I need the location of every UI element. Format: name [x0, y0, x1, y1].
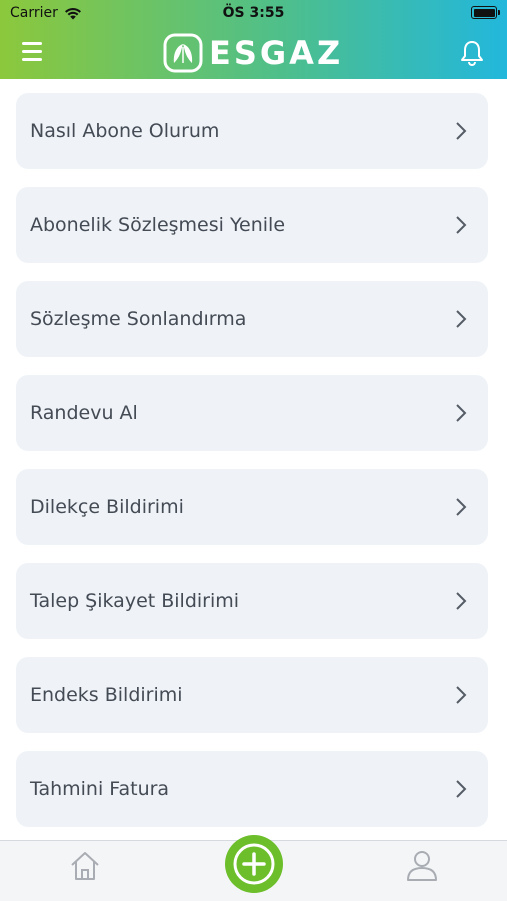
chevron-right-icon	[456, 404, 467, 422]
battery-icon	[471, 6, 500, 19]
chevron-right-icon	[456, 592, 467, 610]
menu-item-randevu-al[interactable]: Randevu Al	[16, 375, 488, 451]
status-time: ÖS 3:55	[222, 5, 285, 21]
menu-item-tahmini-fatura[interactable]: Tahmini Fatura	[16, 751, 488, 827]
chevron-right-icon	[456, 686, 467, 704]
menu-button[interactable]	[22, 42, 46, 62]
bell-icon[interactable]	[459, 39, 485, 67]
plus-circle-icon	[233, 843, 275, 885]
menu-item-dilekce-bildirimi[interactable]: Dilekçe Bildirimi	[16, 469, 488, 545]
menu-item-abonelik-sozlesmesi-yenile[interactable]: Abonelik Sözleşmesi Yenile	[16, 187, 488, 263]
menu-item-label: Nasıl Abone Olurum	[30, 120, 220, 142]
menu-item-label: Dilekçe Bildirimi	[30, 496, 184, 518]
menu-item-sozlesme-sonlandirma[interactable]: Sözleşme Sonlandırma	[16, 281, 488, 357]
logo-text: ESGAZ	[209, 34, 344, 72]
menu-item-label: Abonelik Sözleşmesi Yenile	[30, 214, 286, 236]
chevron-right-icon	[456, 498, 467, 516]
app-header: ESGAZ	[0, 26, 507, 79]
chevron-right-icon	[456, 216, 467, 234]
chevron-right-icon	[456, 122, 467, 140]
menu-item-label: Sözleşme Sonlandırma	[30, 308, 247, 330]
user-icon[interactable]	[404, 847, 440, 883]
logo: ESGAZ	[163, 33, 343, 73]
tab-bar	[0, 835, 507, 901]
chevron-right-icon	[456, 780, 467, 798]
menu-item-label: Tahmini Fatura	[30, 778, 170, 800]
menu-item-label: Talep Şikayet Bildirimi	[30, 590, 240, 612]
menu-item-label: Randevu Al	[30, 402, 138, 424]
status-bar: Carrier ÖS 3:55	[0, 0, 507, 26]
menu-item-label: Endeks Bildirimi	[30, 684, 183, 706]
hamburger-icon	[22, 42, 42, 45]
leaf-logo-icon	[163, 33, 203, 73]
add-button[interactable]	[225, 835, 283, 893]
chevron-right-icon	[456, 310, 467, 328]
menu-item-talep-sikayet-bildirimi[interactable]: Talep Şikayet Bildirimi	[16, 563, 488, 639]
menu-list: Nasıl Abone Olurum Abonelik Sözleşmesi Y…	[16, 93, 488, 845]
menu-item-nasil-abone-olurum[interactable]: Nasıl Abone Olurum	[16, 93, 488, 169]
home-icon[interactable]	[68, 849, 102, 883]
menu-item-endeks-bildirimi[interactable]: Endeks Bildirimi	[16, 657, 488, 733]
